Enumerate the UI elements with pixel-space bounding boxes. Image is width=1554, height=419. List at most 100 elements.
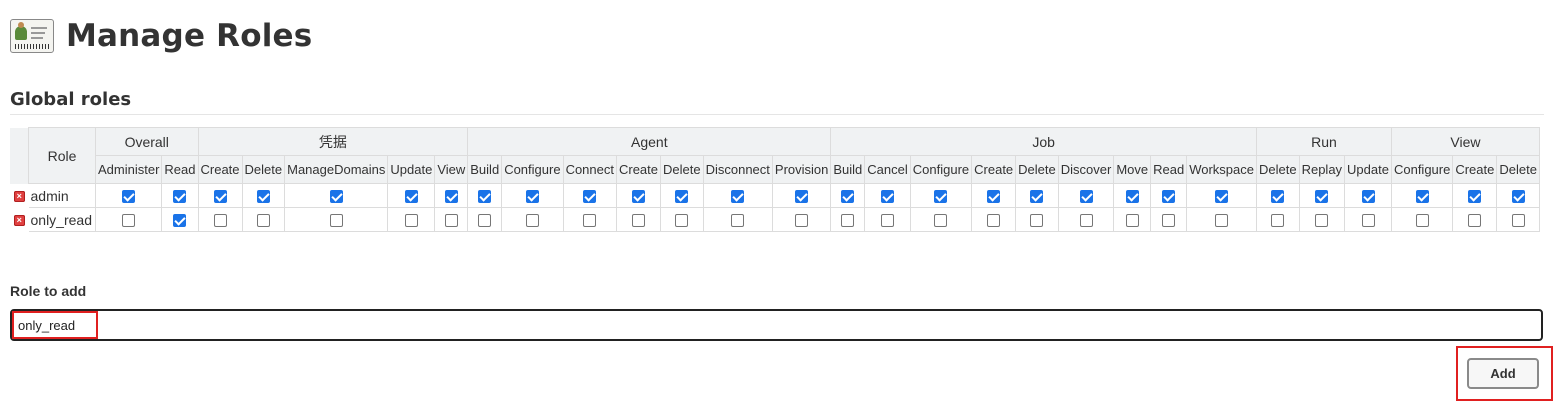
permission-checkbox-unchecked[interactable] [122,214,136,228]
permission-checkbox-unchecked[interactable] [1361,214,1375,228]
permission-checkbox-checked[interactable] [329,190,343,204]
permission-checkbox-checked[interactable] [404,190,418,204]
permission-header: View [434,155,469,184]
permission-checkbox-checked[interactable] [444,190,458,204]
permission-checkbox-checked[interactable] [1468,190,1482,204]
permission-checkbox-checked[interactable] [122,190,136,204]
permission-checkbox-unchecked[interactable] [1215,214,1229,228]
permission-cell [1390,207,1454,232]
page-title: Manage Roles [66,18,313,54]
permission-checkbox-checked[interactable] [1079,190,1093,204]
permission-cell [615,207,662,232]
permission-cell [501,207,564,232]
add-role-button[interactable]: Add [1467,358,1539,389]
permission-checkbox-unchecked[interactable] [444,214,458,228]
permission-cell [1150,207,1188,232]
permission-checkbox-unchecked[interactable] [987,214,1001,228]
permission-checkbox-checked[interactable] [583,190,597,204]
permission-checkbox-checked[interactable] [632,190,645,204]
role-to-add-label: Role to add [10,283,87,299]
permission-checkbox-unchecked[interactable] [1079,214,1093,228]
permission-checkbox-checked[interactable] [478,190,492,204]
permission-cell [830,183,866,208]
permission-checkbox-unchecked[interactable] [881,214,895,228]
permission-checkbox-unchecked[interactable] [583,214,597,228]
permission-header: Configure [909,155,973,184]
permission-cell [1015,183,1059,208]
permission-cell [562,183,617,208]
role-to-add-input[interactable] [10,309,1543,341]
permission-cell [1452,207,1498,232]
permission-checkbox-checked[interactable] [987,190,1001,204]
permission-cell [909,183,973,208]
permission-checkbox-checked[interactable] [213,190,227,204]
permission-checkbox-unchecked[interactable] [329,214,343,228]
permission-checkbox-checked[interactable] [795,190,809,204]
permission-cell [1015,207,1059,232]
permission-checkbox-unchecked[interactable] [841,214,855,228]
permission-checkbox-checked[interactable] [1361,190,1375,204]
permission-checkbox-checked[interactable] [841,190,855,204]
permission-checkbox-unchecked[interactable] [256,214,270,228]
permission-header: Delete [660,155,704,184]
permission-cell [702,183,773,208]
role-grid-container[interactable]: Role Overall 凭据 Agent Job Run View Administer… [10,127,1554,232]
permission-checkbox-unchecked[interactable] [1415,214,1429,228]
permission-header: Replay [1298,155,1346,184]
permission-checkbox-checked[interactable] [731,190,745,204]
permission-checkbox-checked[interactable] [1511,190,1525,204]
permission-checkbox-unchecked[interactable] [478,214,492,228]
permission-checkbox-checked[interactable] [934,190,948,204]
permission-checkbox-unchecked[interactable] [1162,214,1176,228]
permission-cell [771,207,832,232]
permission-checkbox-checked[interactable] [1030,190,1044,204]
remove-role-cell: × [10,184,29,208]
permission-checkbox-checked[interactable] [1162,190,1176,204]
permission-cell [971,207,1017,232]
permission-checkbox-unchecked[interactable] [1030,214,1044,228]
permission-checkbox-checked[interactable] [1215,190,1229,204]
permission-checkbox-unchecked[interactable] [675,214,689,228]
permission-checkbox-unchecked[interactable] [632,214,645,228]
permission-cell [241,207,286,232]
permission-checkbox-checked[interactable] [675,190,689,204]
permission-checkbox-checked[interactable] [1315,190,1329,204]
permission-group-header: Overall [95,127,199,156]
role-name: only_read [28,207,96,232]
permission-header: Discover [1057,155,1115,184]
permission-checkbox-unchecked[interactable] [1271,214,1285,228]
permission-checkbox-unchecked[interactable] [213,214,227,228]
permission-checkbox-checked[interactable] [256,190,270,204]
permission-cell [660,207,704,232]
permission-cell [1496,207,1540,232]
permission-checkbox-unchecked[interactable] [525,214,539,228]
permission-checkbox-checked[interactable] [881,190,895,204]
permission-checkbox-checked[interactable] [525,190,539,204]
user-id-card-icon [10,19,54,53]
permission-cell [864,207,911,232]
permission-cell [615,183,662,208]
permission-checkbox-unchecked[interactable] [404,214,418,228]
permission-checkbox-unchecked[interactable] [1511,214,1525,228]
permission-checkbox-unchecked[interactable] [795,214,809,228]
permission-cell [1298,207,1346,232]
permission-checkbox-checked[interactable] [173,190,187,204]
permission-checkbox-unchecked[interactable] [934,214,948,228]
delete-role-icon[interactable]: × [13,191,25,203]
permission-checkbox-checked[interactable] [1415,190,1429,204]
permission-checkbox-unchecked[interactable] [1125,214,1139,228]
permission-checkbox-unchecked[interactable] [1468,214,1482,228]
header-spacer [10,127,29,184]
permission-checkbox-unchecked[interactable] [1315,214,1329,228]
permission-cell [467,183,503,208]
permission-header: Cancel [864,155,911,184]
permission-header: Delete [1496,155,1540,184]
permission-cell [284,183,389,208]
permission-checkbox-checked[interactable] [1271,190,1285,204]
permission-cell [161,207,199,232]
permission-checkbox-checked[interactable] [173,214,187,228]
permission-checkbox-unchecked[interactable] [731,214,745,228]
permission-checkbox-checked[interactable] [1125,190,1139,204]
permission-cell [284,207,389,232]
delete-role-icon[interactable]: × [13,215,25,227]
